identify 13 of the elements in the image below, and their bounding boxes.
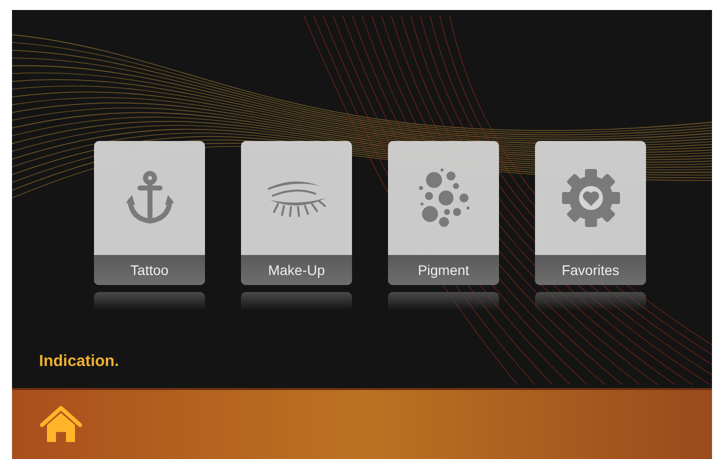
- menu-tile[interactable]: Pigment: [388, 141, 499, 285]
- home-icon[interactable]: [40, 406, 82, 444]
- tile-label: Pigment: [388, 255, 499, 285]
- tile-label: Tattoo: [94, 255, 205, 285]
- dots-icon: [418, 168, 470, 228]
- anchor-icon: [124, 171, 176, 225]
- menu-tile[interactable]: Tattoo: [94, 141, 205, 285]
- gear-heart-icon: [560, 168, 620, 228]
- tile-label: Favorites: [535, 255, 646, 285]
- menu-tile[interactable]: Make-Up: [241, 141, 352, 285]
- indication-text: Indication.: [38, 352, 120, 372]
- tile-label: Make-Up: [241, 255, 352, 285]
- menu-tile[interactable]: Favorites: [535, 141, 646, 285]
